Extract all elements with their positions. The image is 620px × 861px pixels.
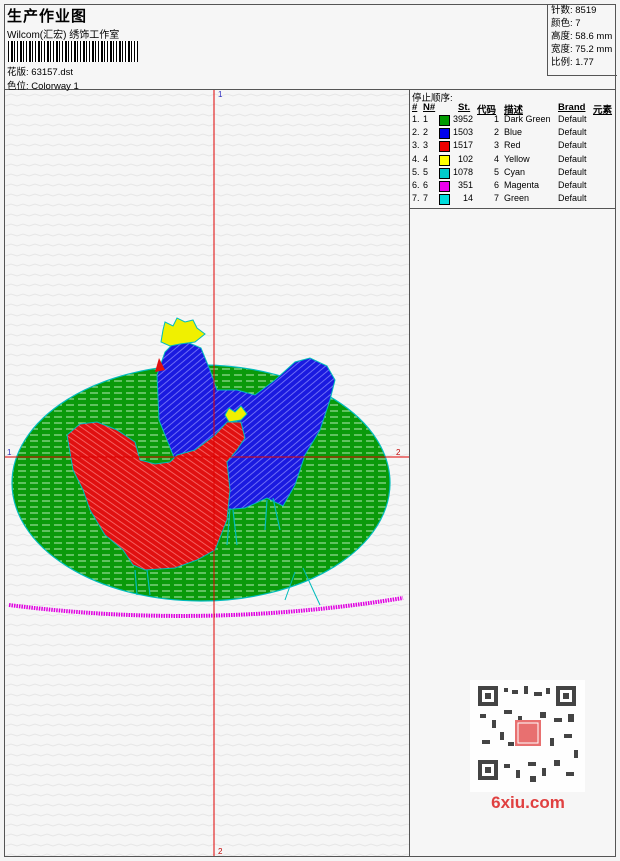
row-code: 3	[494, 140, 500, 151]
row-brand: Default	[558, 153, 587, 164]
row-needle: 7	[423, 193, 429, 204]
color-swatch	[439, 141, 450, 153]
row-index: 1.	[412, 114, 420, 124]
stat-height: 高度: 58.6 mm	[551, 31, 613, 42]
row-index: 4.	[412, 153, 420, 164]
crosshair-right-label: 2	[396, 448, 401, 457]
qr-watermark: 6xiu.com	[470, 680, 585, 812]
row-brand: Default	[558, 180, 587, 190]
color-row: 5. 5 1078 5 Cyan Default	[410, 167, 616, 180]
col-n: N#	[423, 102, 436, 113]
row-description: Red	[504, 140, 521, 151]
color-row: 7. 7 14 7 Green Default	[410, 193, 616, 206]
row-stitches: 3952	[452, 114, 473, 124]
header: 生产作业图 Wilcom(汇宏) 绣饰工作室 花版: 63157.dst 色位:…	[4, 4, 617, 92]
row-description: Dark Green	[504, 114, 551, 124]
row-description: Yellow	[504, 153, 530, 164]
row-code: 6	[494, 180, 500, 190]
page-title: 生产作业图	[7, 8, 88, 25]
row-code: 5	[494, 166, 500, 177]
row-description: Green	[504, 193, 530, 204]
color-swatch	[439, 154, 450, 166]
col-stitches: St.	[458, 102, 471, 113]
row-index: 3.	[412, 140, 420, 151]
color-swatch	[439, 128, 450, 140]
row-needle: 1	[423, 114, 429, 124]
stats-box: 针数: 8519 颜色: 7 高度: 58.6 mm 宽度: 75.2 mm 比…	[547, 4, 617, 76]
row-index: 7.	[412, 193, 420, 204]
row-stitches: 14	[462, 193, 473, 204]
stat-width: 宽度: 75.2 mm	[551, 44, 613, 55]
color-row: 2. 2 1503 2 Blue Default	[410, 127, 616, 140]
row-brand: Default	[558, 166, 587, 177]
stat-ratio: 比例: 1.77	[551, 57, 594, 68]
row-stitches: 102	[457, 153, 473, 164]
row-index: 5.	[412, 166, 420, 177]
row-code: 7	[494, 193, 500, 204]
design-canvas: 1 2 1 2	[5, 90, 409, 856]
row-brand: Default	[558, 140, 587, 151]
col-num: #	[412, 102, 418, 113]
color-row: 3. 3 1517 3 Red Default	[410, 140, 616, 153]
stat-stitches: 针数: 8519	[551, 5, 597, 16]
row-index: 6.	[412, 180, 420, 190]
row-code: 1	[494, 114, 500, 124]
row-description: Cyan	[504, 166, 526, 177]
row-description: Magenta	[504, 180, 540, 190]
stat-colors: 颜色: 7	[551, 18, 581, 29]
color-row: 4. 4 102 4 Yellow Default	[410, 154, 616, 167]
row-brand: Default	[558, 114, 587, 124]
design-file-value: 63157.dst	[31, 67, 74, 78]
watermark-site: 6xiu.com	[491, 793, 565, 812]
design-file: 花版: 63157.dst	[7, 64, 73, 78]
color-swatch	[439, 194, 450, 206]
row-index: 2.	[412, 127, 420, 138]
crosshair-top-label: 1	[218, 90, 223, 99]
color-swatch	[439, 181, 450, 192]
row-needle: 6	[423, 180, 429, 190]
row-needle: 4	[423, 153, 429, 164]
row-stitches: 351	[457, 180, 473, 190]
stop-sequence-panel: 停止顺序: # N# St. 代码 描述 Brand 元素 1. 1 3952 1 Da…	[410, 90, 616, 209]
row-stitches: 1503	[452, 127, 473, 138]
row-stitches: 1078	[452, 166, 473, 177]
barcode	[8, 41, 138, 62]
color-swatch	[439, 115, 450, 126]
row-needle: 5	[423, 166, 429, 177]
row-needle: 2	[423, 127, 429, 138]
crosshair-bottom-label: 2	[218, 847, 223, 856]
col-brand: Brand	[558, 102, 586, 113]
crosshair-left-label: 1	[7, 448, 12, 457]
row-stitches: 1517	[452, 140, 473, 151]
color-swatch	[439, 167, 450, 179]
row-code: 4	[494, 153, 500, 164]
color-row: 6. 6 351 6 Magenta Default	[410, 180, 616, 193]
row-needle: 3	[423, 140, 429, 151]
design-label: 花版:	[7, 67, 29, 78]
row-brand: Default	[558, 127, 587, 138]
row-description: Blue	[504, 127, 523, 138]
row-brand: Default	[558, 193, 587, 204]
row-code: 2	[494, 127, 500, 138]
company-name: Wilcom(汇宏) 绣饰工作室	[7, 30, 120, 41]
color-row: 1. 1 3952 1 Dark Green Default	[410, 114, 616, 127]
